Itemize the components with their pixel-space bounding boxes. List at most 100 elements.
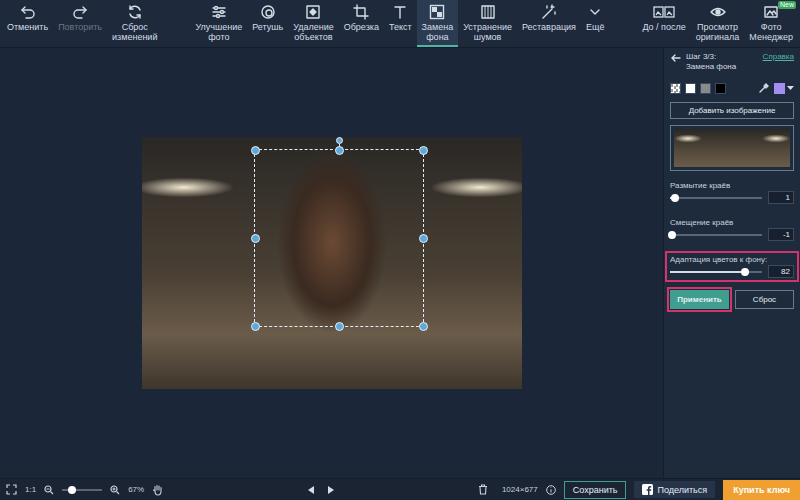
resize-handle[interactable]	[419, 234, 428, 243]
color-swatch[interactable]	[715, 83, 726, 94]
photo	[142, 137, 522, 389]
slider-track[interactable]	[670, 234, 762, 236]
zoom-out-icon[interactable]	[44, 485, 54, 495]
slider-track[interactable]	[670, 271, 762, 273]
slider-fill	[670, 271, 745, 273]
picked-color[interactable]	[774, 83, 794, 94]
chevron-down-icon	[587, 4, 603, 20]
selection-box[interactable]	[254, 149, 424, 327]
view-button[interactable]: Просмотр оригинала	[691, 0, 745, 47]
add-image-button[interactable]: Добавить изображение	[670, 102, 794, 119]
tool-button[interactable]: Реставрация	[517, 0, 581, 47]
tool-button[interactable]: Ретушь	[247, 0, 288, 47]
history-button[interactable]: Сброс изменений	[107, 0, 162, 47]
view-button[interactable]: Фото МенеджерNew	[744, 0, 798, 47]
status-button[interactable]: Поделиться	[634, 481, 715, 498]
fullscreen-icon[interactable]	[6, 484, 17, 495]
slider-label: Размытие краёв	[670, 181, 794, 190]
color-swatch[interactable]	[670, 83, 681, 94]
eyedropper-icon[interactable]	[758, 82, 770, 94]
step-title: Шаг 3/3: Замена фона	[686, 52, 759, 72]
trash-icon[interactable]	[478, 484, 488, 495]
zoom-in-icon[interactable]	[110, 485, 120, 495]
toolbar: Отменить Повторить Сброс изменений Улучшени…	[0, 0, 800, 48]
resize-handle[interactable]	[419, 146, 428, 155]
slider-knob[interactable]	[741, 268, 749, 276]
back-arrow-icon[interactable]	[670, 52, 682, 64]
slider-knob[interactable]	[671, 194, 679, 202]
side-panel: Шаг 3/3: Замена фона Справка Добавить изоб…	[663, 48, 800, 478]
panel-header: Шаг 3/3: Замена фона Справка	[670, 52, 794, 72]
view-label: Просмотр оригинала	[696, 22, 740, 42]
tool-label: Замена фона	[422, 22, 454, 42]
picked-color-swatch	[774, 83, 785, 94]
text-icon	[392, 4, 408, 20]
denoise-icon	[480, 4, 496, 20]
tool-label: Устранение шумов	[463, 22, 512, 42]
tool-label: Ещё	[586, 22, 604, 32]
history-label: Сброс изменений	[112, 22, 157, 42]
redo-icon	[72, 4, 88, 20]
tool-label: Реставрация	[522, 22, 576, 32]
view-button[interactable]: До / после	[637, 0, 690, 47]
info-icon[interactable]	[546, 485, 556, 495]
status-button[interactable]: Купить ключ	[723, 480, 800, 500]
next-icon[interactable]	[327, 485, 335, 495]
photo-editor: Отменить Повторить Сброс изменений Улучшени…	[0, 0, 800, 500]
background-image	[674, 129, 790, 167]
undo-icon	[20, 4, 36, 20]
zoom-value: 67%	[128, 485, 144, 494]
zoom-knob[interactable]	[68, 486, 76, 494]
history-label: Повторить	[58, 22, 102, 32]
new-badge: New	[778, 1, 796, 9]
rotate-handle[interactable]	[336, 137, 343, 144]
tool-label: Удаление объектов	[293, 22, 334, 42]
slider-value[interactable]: 82	[768, 265, 794, 278]
tool-button[interactable]: Обрезка	[339, 0, 384, 47]
tool-button[interactable]: Текст	[384, 0, 417, 47]
panel-button[interactable]: Сброс	[735, 290, 794, 309]
navigation	[163, 485, 478, 495]
tool-label: Обрезка	[344, 22, 379, 32]
color-row	[670, 82, 794, 94]
resize-handle[interactable]	[419, 322, 428, 331]
history-label: Отменить	[7, 22, 48, 32]
help-link[interactable]: Справка	[763, 52, 794, 61]
history-button[interactable]: Повторить	[53, 0, 107, 47]
hand-icon[interactable]	[152, 484, 163, 496]
color-swatch[interactable]	[700, 83, 711, 94]
tool-button[interactable]: Ещё	[581, 0, 609, 47]
resize-handle[interactable]	[335, 146, 344, 155]
photo-manager-icon	[763, 4, 779, 20]
status-button[interactable]: Сохранить	[564, 481, 627, 499]
actual-size-button[interactable]: 1:1	[25, 485, 36, 494]
crop-icon	[353, 4, 369, 20]
slider-label: Адаптация цветов к фону:	[670, 255, 794, 264]
slider-knob[interactable]	[668, 231, 676, 239]
tool-button[interactable]: Устранение шумов	[458, 0, 517, 47]
background-thumbnail[interactable]	[670, 125, 794, 171]
tool-button[interactable]: Замена фона	[417, 0, 459, 47]
resize-handle[interactable]	[335, 322, 344, 331]
tool-button[interactable]: Удаление объектов	[288, 0, 339, 47]
slider-row: Смещение краёв-1	[665, 214, 799, 245]
before-after-icon	[653, 4, 675, 20]
resize-handle[interactable]	[251, 234, 260, 243]
object-removal-icon	[305, 4, 321, 20]
slider-value[interactable]: 1	[768, 191, 794, 204]
history-button[interactable]: Отменить	[2, 0, 53, 47]
slider-track[interactable]	[670, 197, 762, 199]
file-group: 1024×677СохранитьПоделитьсяКупить ключ	[478, 480, 800, 500]
color-swatch[interactable]	[685, 83, 696, 94]
background-replace-icon	[429, 4, 445, 20]
previous-icon[interactable]	[307, 485, 315, 495]
panel-button[interactable]: Применить	[670, 290, 729, 309]
zoom-slider[interactable]	[62, 489, 102, 491]
resize-handle[interactable]	[251, 146, 260, 155]
resize-handle[interactable]	[251, 322, 260, 331]
tool-label: Текст	[389, 22, 412, 32]
views-group: До / после Просмотр оригиналаФото Менедже…	[637, 0, 798, 47]
tool-button[interactable]: Улучшение фото	[190, 0, 247, 47]
slider-value[interactable]: -1	[768, 228, 794, 241]
history-group: Отменить Повторить Сброс изменений	[2, 0, 162, 47]
